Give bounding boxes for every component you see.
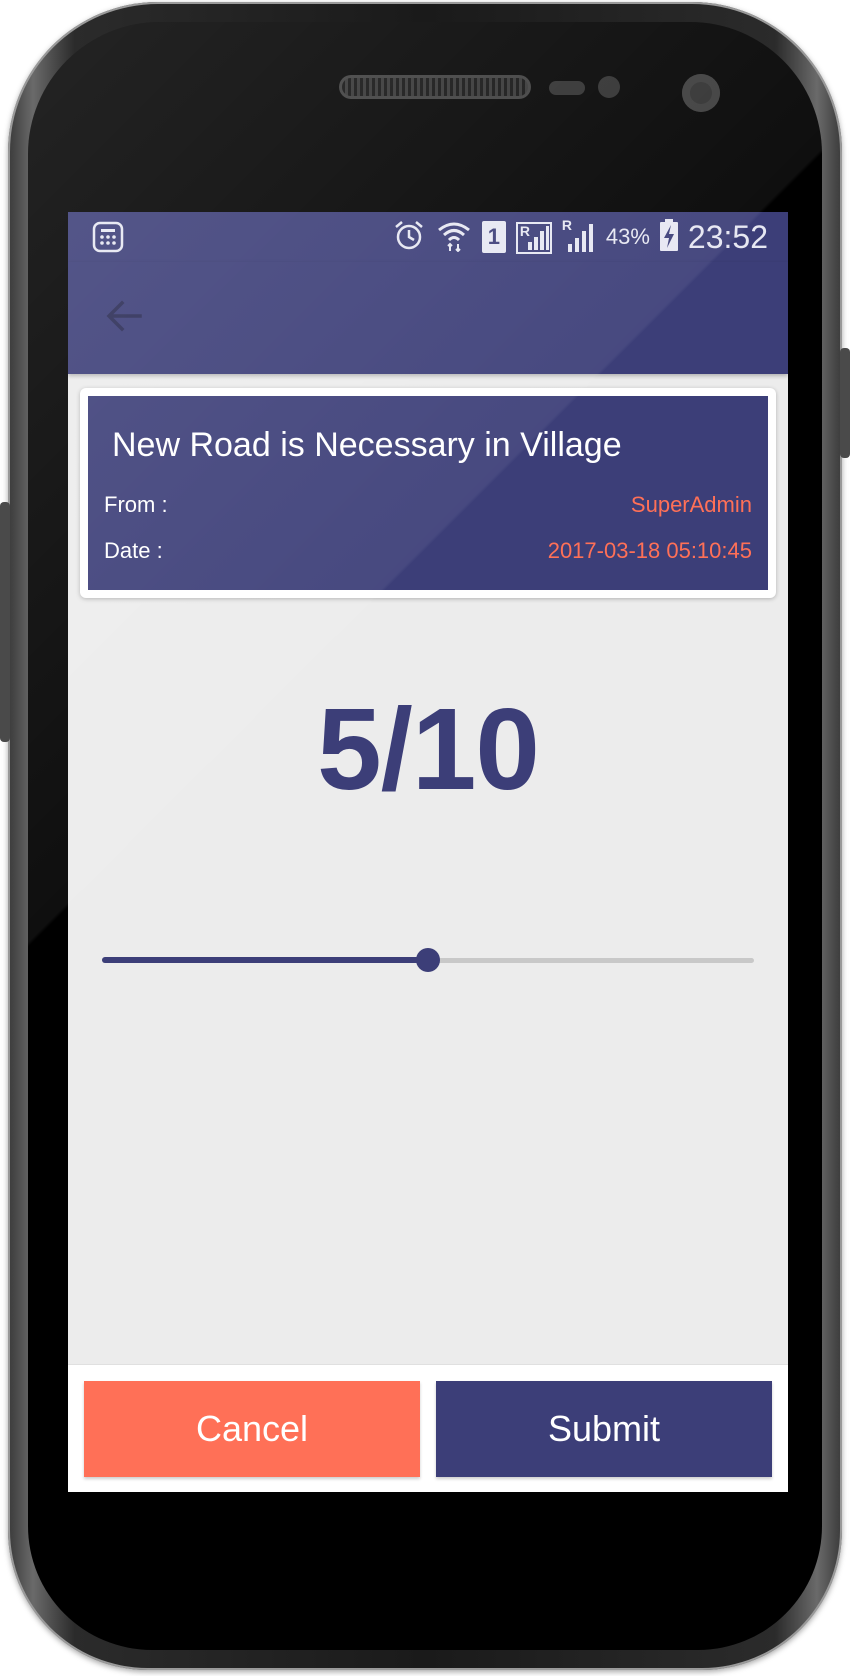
submit-button[interactable]: Submit (436, 1381, 772, 1477)
arrow-left-icon (106, 300, 142, 337)
battery-charging-icon (659, 218, 678, 256)
slider-thumb[interactable] (416, 948, 440, 972)
date-value: 2017-03-18 05:10:45 (547, 538, 752, 563)
signal-icon: R (562, 217, 596, 254)
app-screen: 1 R R 43% 23:52 New Road is Necessary in… (68, 212, 788, 1492)
issue-card: New Road is Necessary in Village From : … (80, 388, 776, 598)
slider-track-fill (102, 957, 428, 963)
status-time: 23:52 (687, 218, 768, 255)
front-camera (682, 74, 720, 112)
action-bar: Cancel Submit (68, 1364, 788, 1492)
phone-side-button-right (840, 348, 850, 458)
light-sensor (598, 76, 620, 98)
status-bar: 1 R R 43% 23:52 (68, 212, 788, 262)
battery-percent: 43% (605, 224, 650, 249)
app-bar (68, 262, 788, 374)
phone-side-button-left (0, 502, 10, 742)
cancel-button[interactable]: Cancel (84, 1381, 420, 1477)
wifi-icon (436, 218, 472, 257)
issue-title: New Road is Necessary in Village (112, 426, 622, 464)
from-value: SuperAdmin (630, 492, 752, 517)
rating-slider[interactable] (102, 940, 754, 980)
from-label: From : (104, 492, 168, 517)
proximity-sensor (549, 81, 585, 95)
status-icons: 1 R R 43% 23:52 (392, 212, 768, 262)
earpiece-speaker (342, 78, 528, 96)
sim-1-icon: 1 (481, 221, 506, 253)
signal-roaming-icon: R (515, 220, 552, 254)
app-grid-icon (92, 221, 124, 258)
issue-card-content: New Road is Necessary in Village From : … (88, 396, 768, 590)
rating-score: 5/10 (317, 684, 540, 814)
date-label: Date : (104, 538, 163, 563)
back-button[interactable] (98, 292, 150, 344)
alarm-icon (392, 218, 426, 257)
